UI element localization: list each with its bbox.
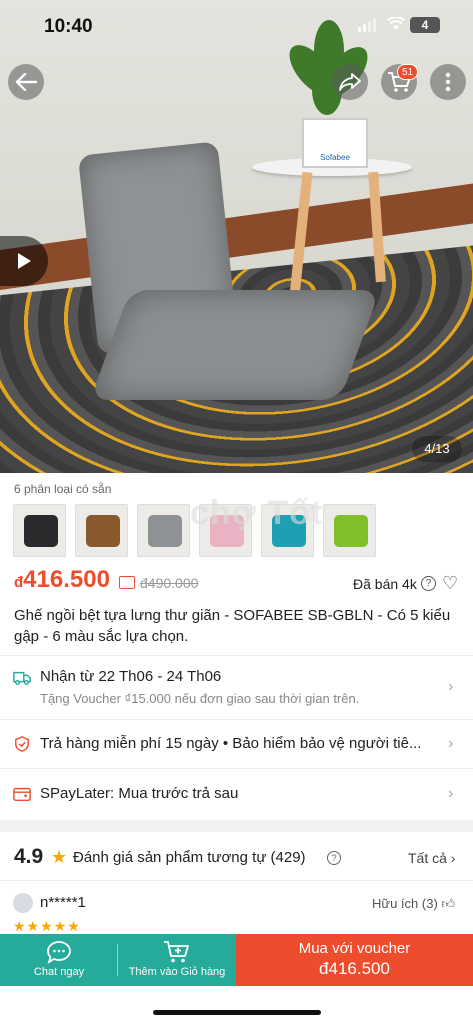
variant-color-swatch [210, 515, 244, 547]
chat-label: Chat ngay [33, 966, 85, 978]
share-icon [339, 73, 361, 91]
variant-color-swatch [86, 515, 120, 547]
play-video-button[interactable] [0, 236, 48, 286]
battery-indicator: 4 [410, 17, 440, 33]
frame-text: Sofabee [320, 153, 350, 162]
variant-thumb[interactable] [199, 504, 252, 557]
help-icon[interactable]: ? [327, 851, 341, 865]
variant-color-swatch [148, 515, 182, 547]
shipping-label: Nhận từ 22 Th06 - 24 Th06 [40, 668, 222, 685]
shield-icon [15, 736, 29, 752]
chevron-right-icon: › [450, 850, 456, 866]
truck-icon [13, 671, 31, 685]
star-icon: ★ [51, 847, 68, 867]
helpful-button[interactable]: Hữu ích (3) 👍︎ [372, 896, 455, 912]
price-value: 416.500 [23, 566, 110, 593]
more-vertical-icon [445, 72, 451, 92]
rating-label: Đánh giá sản phẩm tương tự (429) [73, 849, 306, 866]
variant-thumbnails [13, 504, 376, 557]
variant-thumb[interactable] [261, 504, 314, 557]
wifi-icon [386, 16, 406, 35]
play-icon [18, 253, 31, 269]
image-picture-frame: Sofabee [302, 118, 368, 168]
rating-score: 4.9 [14, 845, 44, 868]
section-gap [0, 820, 473, 832]
buy-with-voucher-button[interactable]: Mua với voucher đ416.500 [236, 934, 473, 986]
chevron-right-icon: › [448, 735, 454, 752]
review-stars: ★★★★★ [13, 918, 81, 934]
home-indicator [153, 1010, 321, 1015]
guarantee-label: Trả hàng miễn phí 15 ngày • Bảo hiểm bảo… [40, 735, 422, 752]
signal-icon [358, 18, 378, 32]
see-all-label: Tất cả [408, 850, 447, 866]
helpful-label: Hữu ích (3) [372, 896, 438, 911]
variant-thumb[interactable] [137, 504, 190, 557]
variant-thumb[interactable] [75, 504, 128, 557]
shipping-sub: Tặng Voucher ₫15.000 nếu đơn giao sau th… [40, 691, 360, 706]
image-chair-seat [89, 290, 381, 400]
chevron-right-icon: › [448, 785, 454, 802]
wallet-icon [13, 787, 31, 802]
divider [0, 655, 473, 656]
variant-color-swatch [272, 515, 306, 547]
add-to-cart-button[interactable]: Thêm vào Giỏ hàng [118, 934, 236, 986]
back-button[interactable] [8, 64, 44, 100]
status-bar: 10:40 4 [0, 14, 473, 38]
chat-icon [47, 941, 71, 964]
variants-label: 6 phân loại có sẵn [14, 482, 112, 496]
chat-button[interactable]: Chat ngay [0, 934, 118, 986]
avatar [13, 893, 33, 913]
more-button[interactable] [430, 64, 466, 100]
variant-thumb[interactable] [323, 504, 376, 557]
divider [0, 880, 473, 881]
share-button[interactable] [332, 64, 368, 100]
bottom-action-bar: Chat ngay Thêm vào Giỏ hàng Mua với vouc… [0, 934, 473, 986]
divider [0, 768, 473, 769]
heart-icon[interactable]: ♡ [442, 573, 458, 594]
see-all-link[interactable]: Tất cả › [408, 850, 455, 866]
add-cart-label: Thêm vào Giỏ hàng [128, 966, 226, 978]
original-price: đ490.000 [140, 575, 199, 591]
divider [0, 719, 473, 720]
buy-label: Mua với voucher [298, 940, 411, 957]
buy-price: đ416.500 [319, 959, 390, 978]
variant-color-swatch [334, 515, 368, 547]
variant-color-swatch [24, 515, 58, 547]
help-icon[interactable]: ? [421, 576, 436, 591]
current-price: đ416.500 [14, 566, 110, 594]
chevron-right-icon: › [448, 678, 454, 695]
add-cart-icon [164, 941, 189, 963]
arrow-left-icon [15, 73, 37, 91]
spaylater-label: SPayLater: Mua trước trả sau [40, 785, 239, 802]
product-title: Ghế ngồi bệt tựa lưng thư giãn - SOFABEE… [14, 607, 451, 645]
variant-thumb[interactable] [13, 504, 66, 557]
thumbs-up-icon: 👍︎ [441, 896, 455, 911]
sold-count: Đã bán 4k [353, 576, 417, 592]
reviewer-name: n*****1 [40, 894, 86, 911]
currency-symbol: đ [14, 574, 24, 591]
voucher-icon [119, 576, 135, 589]
cart-count-badge: 51 [397, 64, 419, 80]
image-counter: 4/13 [412, 436, 462, 462]
status-time: 10:40 [44, 16, 93, 37]
